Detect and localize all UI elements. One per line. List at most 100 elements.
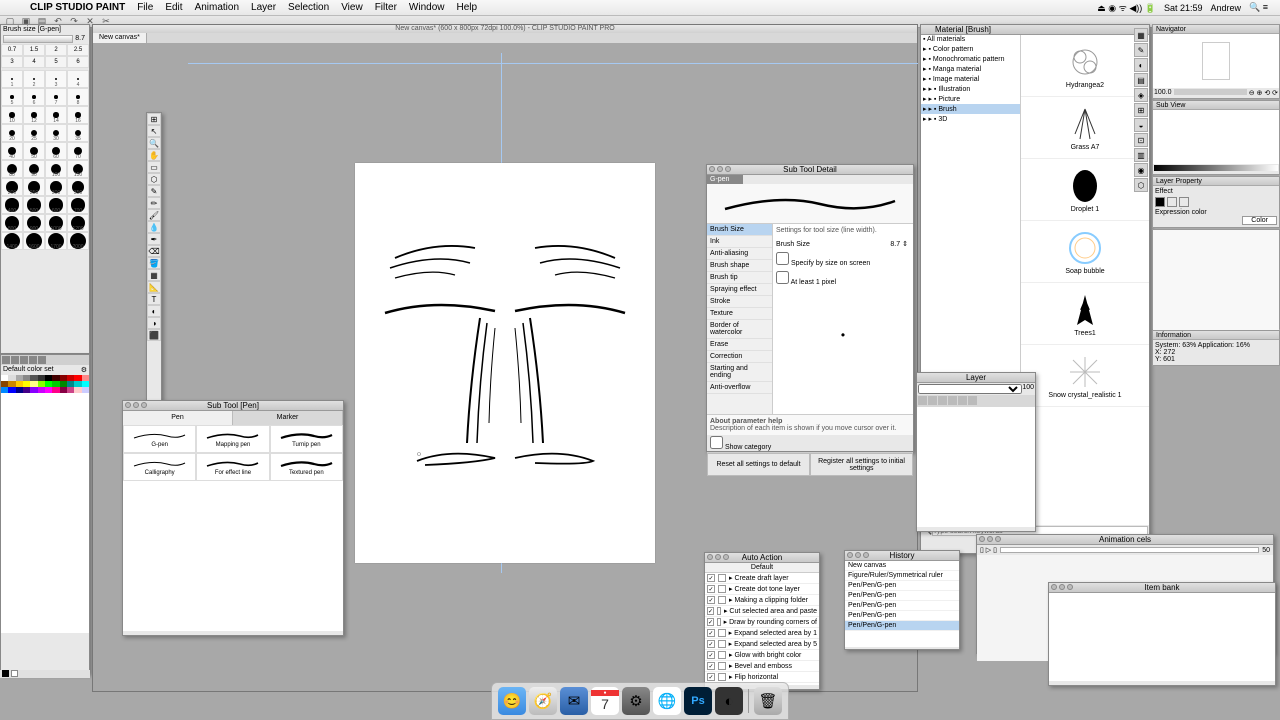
subtool-item[interactable]: Textured pen — [270, 453, 343, 481]
menu-help[interactable]: Help — [451, 2, 484, 13]
autoaction-item[interactable]: ✓ ▸ Bevel and emboss — [705, 661, 819, 672]
color-swatch[interactable] — [1, 387, 8, 393]
brush-preset[interactable]: 2 — [23, 70, 45, 88]
size-preset[interactable]: 3 — [1, 56, 23, 68]
menu-view[interactable]: View — [335, 2, 369, 13]
brush-preset[interactable]: 30 — [45, 124, 67, 142]
dock-clipstudio[interactable]: ◐ — [715, 687, 743, 715]
brush-preset[interactable]: 2000 — [67, 232, 89, 250]
color-swatch[interactable] — [82, 387, 89, 393]
brush-preset[interactable]: 900 — [23, 214, 45, 232]
detail-category[interactable]: Texture — [707, 308, 772, 320]
stepper-icon[interactable]: ⇕ — [900, 240, 910, 248]
size-preset[interactable]: 6 — [67, 56, 89, 68]
subtool-tab-pen[interactable]: Pen — [123, 411, 233, 425]
brush-preset[interactable]: 12 — [23, 106, 45, 124]
brush-preset[interactable]: 25 — [23, 124, 45, 142]
size-preset[interactable]: 4 — [23, 56, 45, 68]
tool-btn[interactable]: ✎ — [147, 185, 161, 197]
dock-settings[interactable]: ⚙ — [622, 687, 650, 715]
layer-btn-icon[interactable] — [918, 396, 927, 405]
brush-preset[interactable]: 150 — [67, 160, 89, 178]
brush-preset[interactable]: 500 — [23, 196, 45, 214]
canvas-tab[interactable]: New canvas* — [93, 33, 147, 43]
menu-filter[interactable]: Filter — [369, 2, 403, 13]
material-item[interactable]: Snow crystal_realistic 1 — [1021, 345, 1149, 407]
wifi-icon[interactable]: ⏏ ◉ ᯤ ◀)) 🔋 — [1093, 1, 1160, 14]
gradient-bar[interactable] — [1154, 165, 1278, 171]
brush-preset[interactable]: 6 — [23, 88, 45, 106]
canvas[interactable] — [355, 163, 655, 563]
brush-preset[interactable]: 50 — [23, 142, 45, 160]
detail-category[interactable]: Border of watercolor — [707, 320, 772, 339]
color-swatch[interactable] — [23, 387, 30, 393]
tool-btn[interactable]: ✏ — [147, 197, 161, 209]
gear-icon[interactable]: ⚙ — [81, 366, 87, 374]
layer-list[interactable] — [917, 407, 1035, 527]
detail-category[interactable]: Anti-overflow — [707, 382, 772, 394]
subtool-tab-marker[interactable]: Marker — [233, 411, 343, 425]
tool-btn[interactable]: ⌫ — [147, 245, 161, 257]
autoaction-item[interactable]: ✓ ▸ Cut selected area and paste — [705, 606, 819, 617]
material-item[interactable]: Hydrangea2 — [1021, 35, 1149, 97]
tool-btn[interactable]: ↖ — [147, 125, 161, 137]
size-preset[interactable]: 2.5 — [67, 44, 89, 56]
color-tab-icon[interactable] — [11, 356, 19, 364]
dock-mail[interactable]: ✉ — [560, 687, 588, 715]
zoom-slider[interactable] — [1174, 89, 1247, 95]
material-item[interactable]: Droplet 1 — [1021, 159, 1149, 221]
color-tab-icon[interactable] — [2, 356, 10, 364]
check-show-category[interactable] — [710, 436, 723, 449]
brush-preset[interactable]: 100 — [45, 160, 67, 178]
side-icon[interactable]: ⊞ — [1134, 103, 1148, 117]
tool-btn[interactable]: 📐 — [147, 281, 161, 293]
color-tab-icon[interactable] — [29, 356, 37, 364]
side-icon[interactable]: ◒ — [1134, 118, 1148, 132]
layer-btn-icon[interactable] — [948, 396, 957, 405]
autoaction-item[interactable]: ✓ ▸ Expand selected area by 1 — [705, 628, 819, 639]
tool-btn[interactable]: 🖌 — [147, 209, 161, 221]
subtool-item[interactable]: G-pen — [123, 425, 196, 453]
menu-animation[interactable]: Animation — [189, 2, 245, 13]
material-item[interactable]: Soap bubble — [1021, 221, 1149, 283]
size-preset[interactable]: 1.5 — [23, 44, 45, 56]
tool-btn[interactable]: ◐ — [147, 305, 161, 317]
brush-preset[interactable]: 600 — [45, 196, 67, 214]
side-icon[interactable]: ✎ — [1134, 43, 1148, 57]
detail-category[interactable]: Anti-aliasing — [707, 248, 772, 260]
dock-trash[interactable]: 🗑 — [754, 687, 782, 715]
brush-slider[interactable] — [3, 35, 73, 43]
autoaction-item[interactable]: ✓ ▸ Glow with bright color — [705, 650, 819, 661]
color-swatch[interactable] — [30, 387, 37, 393]
material-item[interactable]: Trees1 — [1021, 283, 1149, 345]
material-tree-item[interactable]: ▸ ▸ ▪ Picture — [921, 94, 1020, 104]
clock[interactable]: Sat 21:59 — [1160, 3, 1207, 13]
brush-preset[interactable]: 20 — [1, 124, 23, 142]
side-icon[interactable]: ◉ — [1134, 163, 1148, 177]
brush-preset[interactable]: 3 — [45, 70, 67, 88]
history-item[interactable]: New canvas — [845, 561, 959, 571]
material-tree-item[interactable]: ▸ ▪ Image material — [921, 74, 1020, 84]
detail-category[interactable]: Brush tip — [707, 272, 772, 284]
side-icon[interactable]: ⬡ — [1134, 178, 1148, 192]
nav-thumbnail[interactable] — [1202, 42, 1230, 80]
menu-window[interactable]: Window — [403, 2, 451, 13]
dock-chrome[interactable]: 🌐 — [653, 687, 681, 715]
brush-preset[interactable]: 7 — [45, 88, 67, 106]
check-specify[interactable] — [776, 252, 789, 265]
color-swatch[interactable] — [8, 387, 15, 393]
autoaction-item[interactable]: ✓ ▸ Draw by rounding corners of — [705, 617, 819, 628]
subtool-item[interactable]: Mapping pen — [196, 425, 269, 453]
side-icon[interactable]: ◈ — [1134, 88, 1148, 102]
side-icon[interactable]: ▤ — [1134, 73, 1148, 87]
tool-btn[interactable]: ◑ — [147, 317, 161, 329]
material-item[interactable]: Grass A7 — [1021, 97, 1149, 159]
effect-icon[interactable] — [1179, 197, 1189, 207]
color-swatch[interactable] — [45, 387, 52, 393]
color-swatch[interactable] — [38, 387, 45, 393]
zoom-icons[interactable]: ⊖ ⊕ ⟲ ⟳ — [1249, 89, 1278, 97]
brush-preset[interactable]: 90 — [23, 160, 45, 178]
brush-preset[interactable]: 300 — [45, 178, 67, 196]
tool-btn[interactable]: ▭ — [147, 161, 161, 173]
brush-preset[interactable]: 200 — [1, 178, 23, 196]
